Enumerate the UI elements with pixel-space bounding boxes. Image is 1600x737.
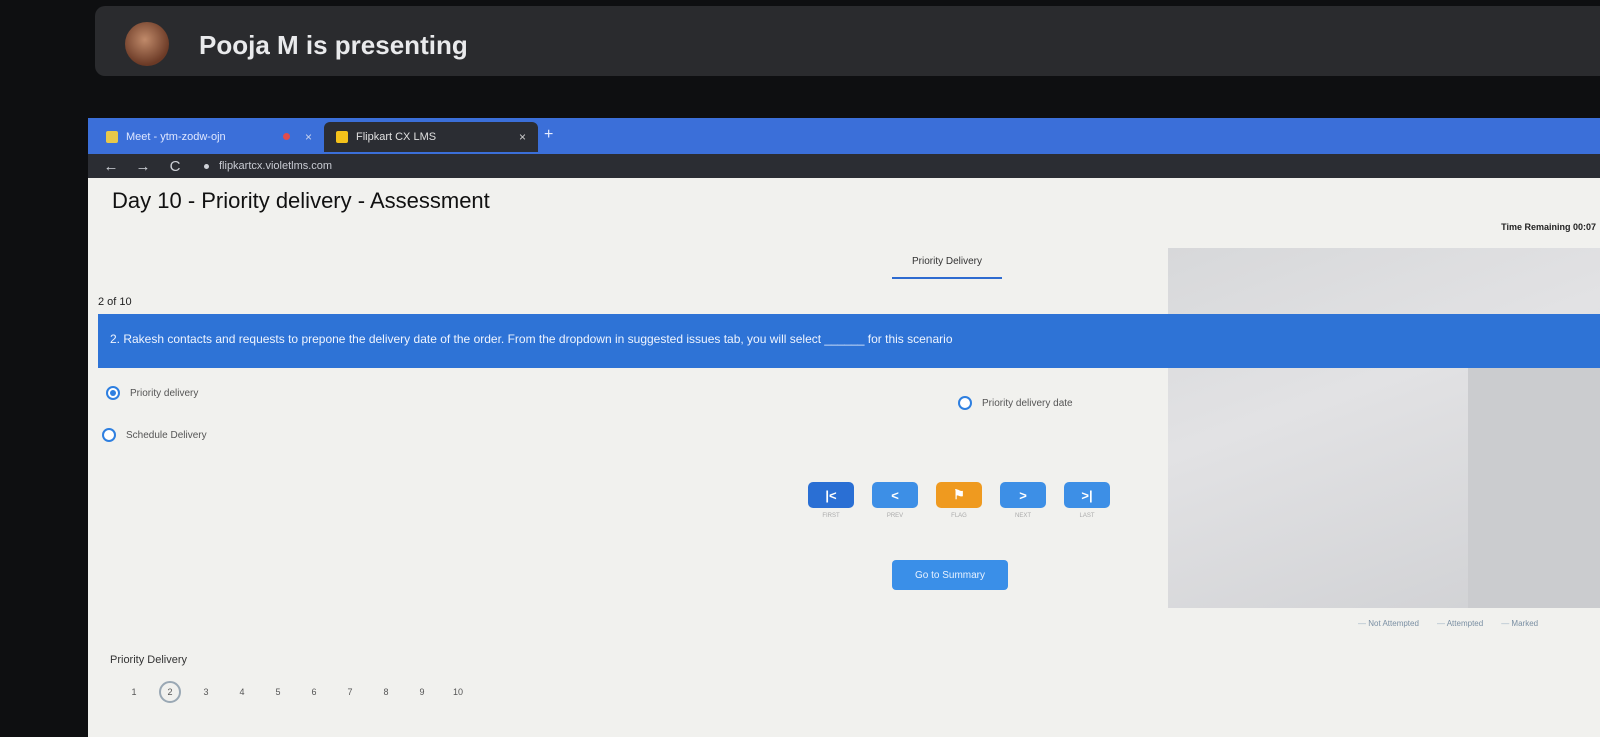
tab-meet-close-icon[interactable]: × xyxy=(305,130,312,144)
screen-glare xyxy=(1468,368,1600,608)
page-number[interactable]: 3 xyxy=(188,680,224,704)
question-page-list: 1 2 3 4 5 6 7 8 9 10 xyxy=(116,680,476,704)
nav-caption: NEXT xyxy=(1014,513,1031,519)
nav-next: > NEXT xyxy=(1000,482,1046,519)
legend-marked: Marked xyxy=(1501,619,1538,628)
option-priority-delivery-date[interactable]: Priority delivery date xyxy=(958,396,1073,410)
option-label: Priority delivery xyxy=(130,387,199,399)
page-number[interactable]: 7 xyxy=(332,680,368,704)
radio-selected-icon[interactable] xyxy=(106,386,120,400)
assessment-page: Day 10 - Priority delivery - Assessment … xyxy=(88,178,1600,737)
tab-priority-delivery[interactable]: Priority Delivery xyxy=(892,256,1002,279)
section-label: Priority Delivery xyxy=(110,654,188,666)
nav-caption: LAST xyxy=(1079,513,1095,519)
flag-button[interactable]: ⚑ xyxy=(936,482,982,508)
tab-lms-label: Flipkart CX LMS xyxy=(356,131,437,143)
time-remaining: Time Remaining 00:07 xyxy=(1501,222,1596,232)
nav-prev: < PREV xyxy=(872,482,918,519)
option-priority-delivery[interactable]: Priority delivery xyxy=(106,386,198,400)
reload-icon[interactable]: C xyxy=(166,158,184,175)
url-text: flipkartcx.violetlms.com xyxy=(219,160,333,172)
page-number[interactable]: 8 xyxy=(368,680,404,704)
nav-flag: ⚑ FLAG xyxy=(936,482,982,519)
tab-meet-label: Meet - ytm-zodw-ojn xyxy=(126,131,226,143)
option-schedule-delivery[interactable]: Schedule Delivery xyxy=(102,428,207,442)
option-label: Schedule Delivery xyxy=(126,429,207,441)
legend-attempted: Attempted xyxy=(1437,619,1483,628)
tab-lms[interactable]: Flipkart CX LMS × xyxy=(324,122,538,152)
question-progress: 2 of 10 xyxy=(98,296,132,308)
tab-lms-close-icon[interactable]: × xyxy=(519,130,526,144)
legend-not-attempted: Not Attempted xyxy=(1358,619,1419,628)
nav-caption: FLAG xyxy=(951,513,967,519)
tab-strip: Meet - ytm-zodw-ojn × Flipkart CX LMS × … xyxy=(88,118,1600,154)
status-legend: Not Attempted Attempted Marked xyxy=(1358,619,1538,628)
presenter-avatar xyxy=(125,22,169,66)
back-arrow-icon[interactable]: ← xyxy=(102,158,120,175)
page-title: Day 10 - Priority delivery - Assessment xyxy=(112,188,490,213)
prev-button[interactable]: < xyxy=(872,482,918,508)
recording-dot-icon xyxy=(283,133,290,140)
presenter-banner: Pooja M is presenting xyxy=(95,6,1600,76)
tab-meet[interactable]: Meet - ytm-zodw-ojn × xyxy=(94,122,324,152)
option-label: Priority delivery date xyxy=(982,397,1073,409)
browser-toolbar: ← → C flipkartcx.violetlms.com xyxy=(88,154,1600,178)
meet-favicon-icon xyxy=(106,131,118,143)
page-number[interactable]: 5 xyxy=(260,680,296,704)
forward-arrow-icon[interactable]: → xyxy=(134,158,152,175)
first-button[interactable]: |< xyxy=(808,482,854,508)
question-navigation: |< FIRST < PREV ⚑ FLAG > NEXT >| LAST xyxy=(808,482,1110,519)
go-to-summary-button[interactable]: Go to Summary xyxy=(892,560,1008,590)
next-button[interactable]: > xyxy=(1000,482,1046,508)
page-number[interactable]: 4 xyxy=(224,680,260,704)
address-bar[interactable]: flipkartcx.violetlms.com xyxy=(204,160,332,172)
radio-icon[interactable] xyxy=(102,428,116,442)
page-number[interactable]: 6 xyxy=(296,680,332,704)
page-number-current[interactable]: 2 xyxy=(152,680,188,704)
nav-last: >| LAST xyxy=(1064,482,1110,519)
nav-caption: PREV xyxy=(886,513,904,519)
flipkart-favicon-icon xyxy=(336,131,348,143)
nav-caption: FIRST xyxy=(822,513,840,519)
page-number[interactable]: 9 xyxy=(404,680,440,704)
page-number[interactable]: 1 xyxy=(116,680,152,704)
page-number[interactable]: 10 xyxy=(440,680,476,704)
presenter-text: Pooja M is presenting xyxy=(199,30,468,60)
question-text: 2. Rakesh contacts and requests to prepo… xyxy=(98,314,1600,368)
nav-first: |< FIRST xyxy=(808,482,854,519)
new-tab-button[interactable]: + xyxy=(544,126,553,144)
site-info-icon[interactable] xyxy=(204,163,209,169)
radio-icon[interactable] xyxy=(958,396,972,410)
browser-window: Meet - ytm-zodw-ojn × Flipkart CX LMS × … xyxy=(88,118,1600,737)
last-button[interactable]: >| xyxy=(1064,482,1110,508)
